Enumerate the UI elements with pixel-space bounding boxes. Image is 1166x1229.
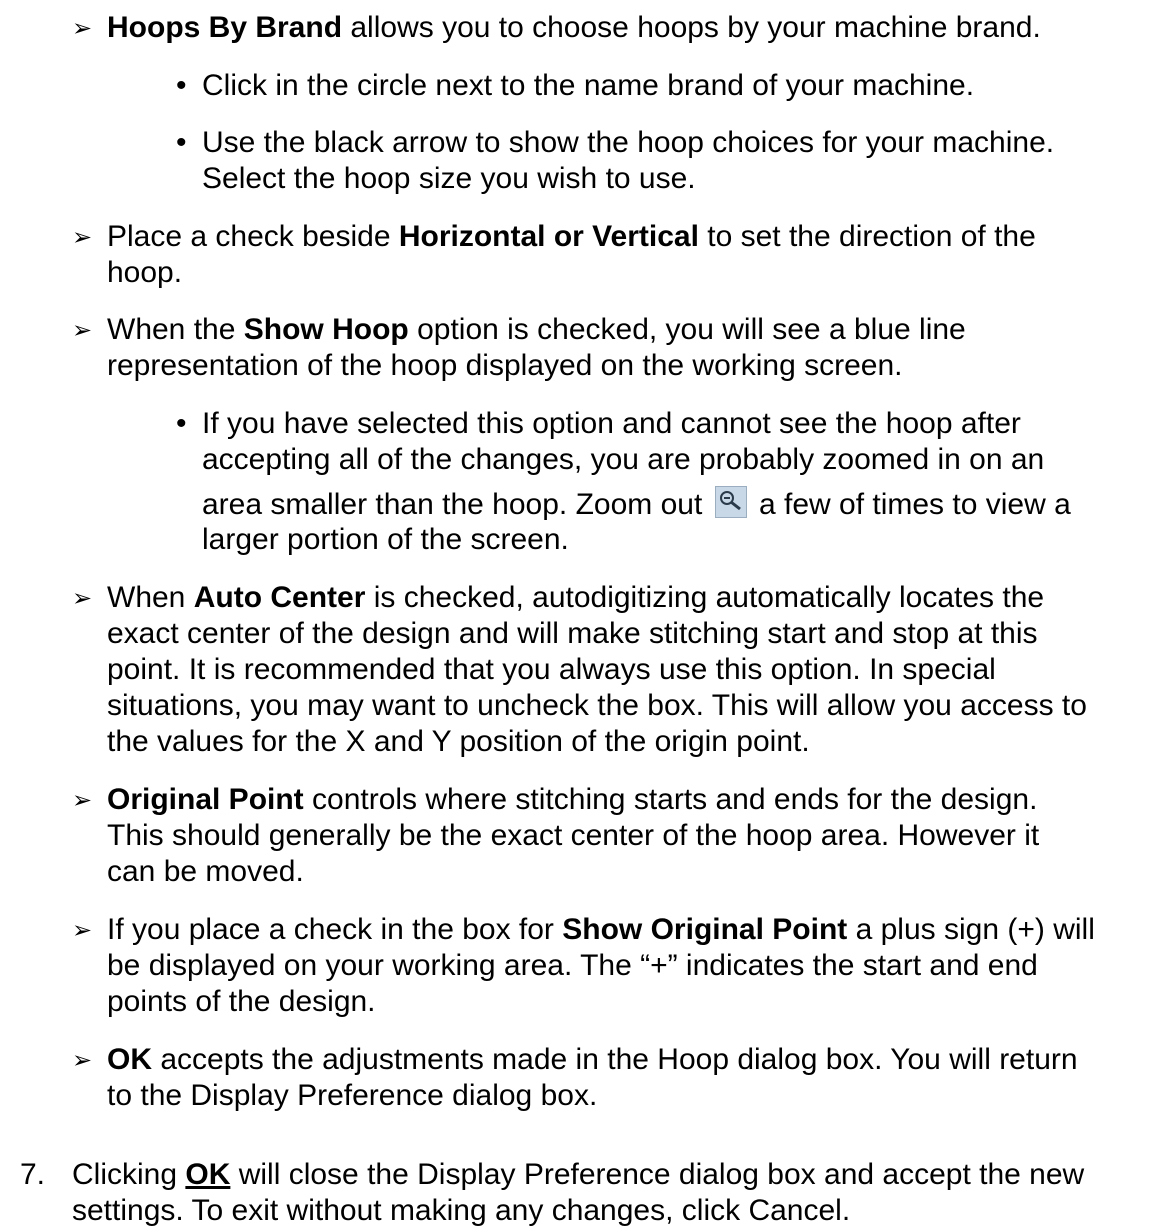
list-item: Click in the circle next to the name bra…	[202, 69, 975, 102]
step-text: Clicking OK will close the Display Prefe…	[72, 1158, 1085, 1191]
arrow-bullet-icon: ➢	[72, 1046, 93, 1074]
arrow-bullet-icon: ➢	[72, 916, 93, 944]
list-item-continued: exact center of the design and will make…	[107, 617, 1038, 650]
list-item-continued: representation of the hoop displayed on …	[107, 349, 903, 382]
list-item-continued: point. It is recommended that you always…	[107, 653, 996, 686]
bullet-icon: •	[176, 69, 187, 102]
list-item: If you have selected this option and can…	[202, 407, 1021, 440]
step-number: 7.	[20, 1158, 46, 1191]
list-item: Use the black arrow to show the hoop cho…	[202, 126, 1055, 159]
arrow-bullet-icon: ➢	[72, 14, 93, 42]
list-item: If you place a check in the box for Show…	[107, 913, 1095, 946]
list-item-continued: larger portion of the screen.	[202, 523, 569, 556]
list-item: Original Point controls where stitching …	[107, 783, 1038, 816]
list-item: Place a check beside Horizontal or Verti…	[107, 220, 1036, 253]
list-item-continued: points of the design.	[107, 985, 376, 1018]
list-item-continued: hoop.	[107, 256, 183, 289]
list-item: OK accepts the adjustments made in the H…	[107, 1043, 1078, 1076]
list-item-continued: the values for the X and Y position of t…	[107, 725, 810, 758]
arrow-bullet-icon: ➢	[72, 316, 93, 344]
list-item-continued: area smaller than the hoop. Zoom out a f…	[202, 486, 1071, 521]
arrow-bullet-icon: ➢	[72, 223, 93, 251]
list-item-continued: to the Display Preference dialog box.	[107, 1079, 598, 1112]
list-item-continued: be displayed on your working area. The “…	[107, 949, 1038, 982]
zoom-out-icon	[714, 486, 747, 518]
bullet-icon: •	[176, 126, 187, 159]
list-item-continued: This should generally be the exact cente…	[107, 819, 1040, 852]
list-item-continued: situations, you may want to uncheck the …	[107, 689, 1087, 722]
list-item: Hoops By Brand allows you to choose hoop…	[107, 11, 1041, 44]
list-item-continued: can be moved.	[107, 855, 304, 888]
list-item-continued: Select the hoop size you wish to use.	[202, 162, 696, 195]
list-item-continued: accepting all of the changes, you are pr…	[202, 443, 1045, 476]
list-item: When Auto Center is checked, autodigitiz…	[107, 581, 1045, 614]
arrow-bullet-icon: ➢	[72, 786, 93, 814]
bullet-icon: •	[176, 407, 187, 440]
list-item: When the Show Hoop option is checked, yo…	[107, 313, 966, 346]
arrow-bullet-icon: ➢	[72, 584, 93, 612]
